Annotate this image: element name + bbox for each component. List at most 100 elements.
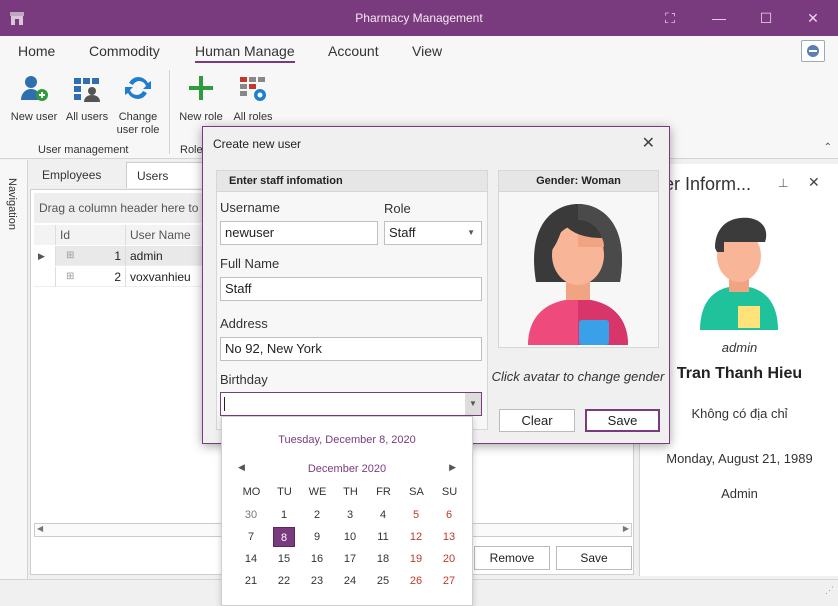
info-role: Admin xyxy=(721,486,758,501)
calendar-day[interactable]: 12 xyxy=(405,527,427,547)
address-label: Address xyxy=(220,316,268,331)
calendar-day[interactable]: 3 xyxy=(339,505,361,525)
calendar-day[interactable]: 24 xyxy=(339,571,361,591)
menu-commodity[interactable]: Commodity xyxy=(89,43,160,59)
info-birthday: Monday, August 21, 1989 xyxy=(666,451,813,466)
calendar-day[interactable]: 19 xyxy=(405,549,427,569)
calendar-day-of-week: FR xyxy=(376,486,391,498)
restore-icon[interactable]: ⛶ xyxy=(660,8,680,28)
birthday-field[interactable]: ▼ xyxy=(220,392,482,416)
calendar-day[interactable]: 27 xyxy=(438,571,460,591)
chevron-down-icon[interactable]: ▼ xyxy=(467,222,475,244)
dialog-close-button[interactable]: ✕ xyxy=(642,133,655,153)
fullname-label: Full Name xyxy=(220,256,280,271)
calendar-day[interactable]: 18 xyxy=(372,549,394,569)
username-label: Username xyxy=(220,200,280,215)
save-button[interactable]: Save xyxy=(585,409,660,432)
collapse-icon xyxy=(807,45,819,57)
menu-human-manage[interactable]: Human Manage xyxy=(195,43,295,63)
all-roles-icon xyxy=(240,77,266,101)
calendar-day[interactable]: 4 xyxy=(372,505,394,525)
calendar-day[interactable]: 11 xyxy=(372,527,394,547)
calendar-day[interactable]: 10 xyxy=(339,527,361,547)
role-value: Staff xyxy=(389,225,416,240)
row-indicator-icon: ▶ xyxy=(34,246,56,266)
calendar-day[interactable]: 5 xyxy=(405,505,427,525)
calendar-day[interactable]: 21 xyxy=(240,571,262,591)
maximize-button[interactable]: ☐ xyxy=(756,8,776,28)
role-label: Role xyxy=(384,201,411,216)
calendar-day[interactable]: 17 xyxy=(339,549,361,569)
menu-account[interactable]: Account xyxy=(328,43,379,59)
role-select[interactable]: Staff ▼ xyxy=(384,221,482,245)
male-avatar-icon xyxy=(700,217,778,330)
remove-button[interactable]: Remove xyxy=(474,546,550,570)
group-panel[interactable]: Drag a column header here to g xyxy=(34,193,214,223)
calendar-day-of-week: SU xyxy=(441,486,458,498)
pin-icon[interactable]: ⊥ xyxy=(778,176,788,190)
close-button[interactable]: ✕ xyxy=(803,8,823,28)
calendar-day[interactable]: 23 xyxy=(306,571,328,591)
calendar-today-label[interactable]: Tuesday, December 8, 2020 xyxy=(222,434,472,446)
calendar-day[interactable]: 1 xyxy=(273,505,295,525)
new-user-icon xyxy=(21,76,48,101)
address-field[interactable]: No 92, New York xyxy=(220,337,482,361)
calendar-day[interactable]: 16 xyxy=(306,549,328,569)
birthday-calendar[interactable]: Tuesday, December 8, 2020 ◀ December 202… xyxy=(221,416,473,606)
menu-bar: Home Commodity Human Manage Account View xyxy=(0,36,838,66)
minimize-button[interactable]: — xyxy=(709,8,729,28)
calendar-day[interactable]: 8 xyxy=(273,527,295,547)
new-role-button[interactable]: New role xyxy=(175,72,227,124)
calendar-day[interactable]: 26 xyxy=(405,571,427,591)
new-role-label: New role xyxy=(179,111,223,123)
calendar-day[interactable]: 6 xyxy=(438,505,460,525)
menu-view[interactable]: View xyxy=(412,43,442,59)
scroll-right-icon[interactable]: ▶ xyxy=(623,524,629,533)
expand-icon[interactable]: ⊞ xyxy=(66,267,74,287)
fullname-field[interactable]: Staff xyxy=(220,277,482,301)
resize-grip-icon[interactable]: ⋰ xyxy=(825,585,834,596)
scroll-left-icon[interactable]: ◀ xyxy=(37,524,43,533)
username-field[interactable]: newuser xyxy=(220,221,378,245)
calendar-day[interactable]: 14 xyxy=(240,549,262,569)
calendar-day[interactable]: 22 xyxy=(273,571,295,591)
next-month-icon[interactable]: ▶ xyxy=(449,462,456,473)
change-role-button[interactable]: Change user role xyxy=(114,72,162,137)
row-indicator-header xyxy=(34,225,56,245)
ribbon-chevron-icon[interactable]: ⌃ xyxy=(824,142,832,153)
chevron-down-icon[interactable]: ▼ xyxy=(465,393,481,415)
new-user-button[interactable]: New user xyxy=(8,72,60,124)
all-roles-label: All roles xyxy=(233,111,273,123)
column-header-id[interactable]: Id xyxy=(56,225,126,245)
calendar-day[interactable]: 13 xyxy=(438,527,460,547)
calendar-day[interactable]: 7 xyxy=(240,527,262,547)
clear-button[interactable]: Clear xyxy=(499,409,575,432)
calendar-day[interactable]: 20 xyxy=(438,549,460,569)
grid-save-button[interactable]: Save xyxy=(556,546,632,570)
all-roles-button[interactable]: All roles xyxy=(229,72,277,124)
calendar-day[interactable]: 30 xyxy=(240,505,262,525)
expand-icon[interactable]: ⊞ xyxy=(66,246,74,266)
gender-header: Gender: Woman xyxy=(499,171,658,192)
menu-home[interactable]: Home xyxy=(18,43,55,59)
tab-employees[interactable]: Employees xyxy=(32,162,122,188)
change-role-label2: user role xyxy=(116,124,160,136)
calendar-day[interactable]: 25 xyxy=(372,571,394,591)
calendar-day[interactable]: 9 xyxy=(306,527,328,547)
navigation-panel[interactable]: Navigation xyxy=(0,160,28,580)
text-caret xyxy=(224,397,225,411)
close-panel-icon[interactable]: ✕ xyxy=(808,174,820,191)
female-avatar-icon[interactable] xyxy=(528,200,628,345)
gender-hint: Click avatar to change gender xyxy=(491,369,665,384)
title-bar: Pharmacy Management ⛶ — ☐ ✕ xyxy=(0,0,838,36)
all-users-button[interactable]: All users xyxy=(63,72,111,124)
calendar-day[interactable]: 2 xyxy=(306,505,328,525)
navigation-label: Navigation xyxy=(6,178,18,230)
dialog-title: Create new user xyxy=(213,137,302,151)
plus-icon xyxy=(189,76,213,100)
gender-group: Gender: Woman xyxy=(498,170,659,348)
ribbon-collapse-button[interactable] xyxy=(801,40,825,62)
calendar-month-label[interactable]: December 2020 xyxy=(222,463,472,475)
staff-info-header: Enter staff infomation xyxy=(217,171,487,192)
calendar-day[interactable]: 15 xyxy=(273,549,295,569)
